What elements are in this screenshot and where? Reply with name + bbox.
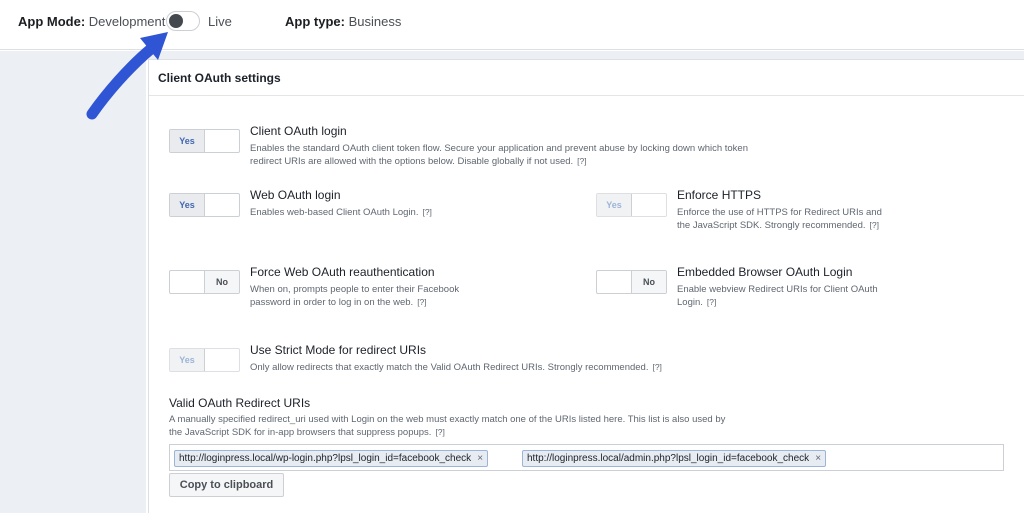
desc-text: A manually specified redirect_uri used w… [169,414,726,438]
desc-text: When on, prompts people to enter their F… [250,284,460,308]
switch-yes: Yes [170,194,205,216]
desc-text: Enables the standard OAuth client token … [250,143,749,167]
client-oauth-login-switch[interactable]: Yes [169,129,240,153]
switch-yes: Yes [597,194,632,216]
app-type-value: Business [348,14,402,29]
remove-icon[interactable]: × [815,453,821,464]
panel-header: Client OAuth settings [149,60,1024,96]
switch-yes: Yes [170,349,205,371]
strict-mode-desc: Only allow redirects that exactly match … [250,361,790,374]
live-label: Live [208,14,232,29]
help-link[interactable]: [?] [870,220,879,230]
app-type-label: App type: [285,14,345,29]
web-oauth-login-switch[interactable]: Yes [169,193,240,217]
embedded-browser-switch[interactable]: No [596,270,667,294]
uri-token[interactable]: http://loginpress.local/wp-login.php?lps… [174,450,489,467]
strict-mode-title: Use Strict Mode for redirect URIs [250,343,427,357]
help-link[interactable]: [?] [707,297,716,307]
remove-icon[interactable]: × [477,453,483,464]
uri-token-text: http://loginpress.local/wp-login.php?lps… [179,453,472,464]
help-link[interactable]: [?] [652,362,661,372]
help-link[interactable]: [?] [577,156,586,166]
enforce-https-switch[interactable]: Yes [596,193,667,217]
embedded-browser-title: Embedded Browser OAuth Login [677,265,853,279]
redirect-uris-label: Valid OAuth Redirect URIs [169,396,311,410]
panel-gutter [146,51,1024,59]
enforce-https-desc: Enforce the use of HTTPS for Redirect UR… [677,206,897,232]
web-oauth-login-title: Web OAuth login [250,188,341,202]
force-reauth-switch[interactable]: No [169,270,240,294]
force-reauth-desc: When on, prompts people to enter their F… [250,283,470,309]
uri-token[interactable]: http://loginpress.local/admin.php?lpsl_l… [522,450,827,467]
help-link[interactable]: [?] [417,297,426,307]
annotation-arrow-icon [86,32,168,120]
app-mode-label: App Mode: [18,14,86,29]
switch-no: No [204,271,239,293]
client-oauth-login-desc: Enables the standard OAuth client token … [250,142,770,168]
client-oauth-login-title: Client OAuth login [250,124,347,138]
switch-yes: Yes [170,130,205,152]
desc-text: Only allow redirects that exactly match … [250,362,649,373]
web-oauth-login-desc: Enables web-based Client OAuth Login. [?] [250,206,550,219]
force-reauth-title: Force Web OAuth reauthentication [250,265,435,279]
switch-no: No [631,271,666,293]
embedded-browser-desc: Enable webview Redirect URIs for Client … [677,283,887,309]
strict-mode-switch[interactable]: Yes [169,348,240,372]
uri-token-text: http://loginpress.local/admin.php?lpsl_l… [527,453,810,464]
desc-text: Enables web-based Client OAuth Login. [250,207,419,218]
help-link[interactable]: [?] [422,207,431,217]
help-link[interactable]: [?] [435,427,444,437]
sidebar [0,51,146,513]
enforce-https-title: Enforce HTTPS [677,188,762,202]
desc-text: Enforce the use of HTTPS for Redirect UR… [677,207,882,231]
copy-to-clipboard-button[interactable]: Copy to clipboard [169,473,284,497]
redirect-uris-input[interactable]: http://loginpress.local/wp-login.php?lps… [169,444,1004,471]
redirect-uris-desc: A manually specified redirect_uri used w… [169,414,729,439]
app-type-text: App type: Business [285,14,401,29]
